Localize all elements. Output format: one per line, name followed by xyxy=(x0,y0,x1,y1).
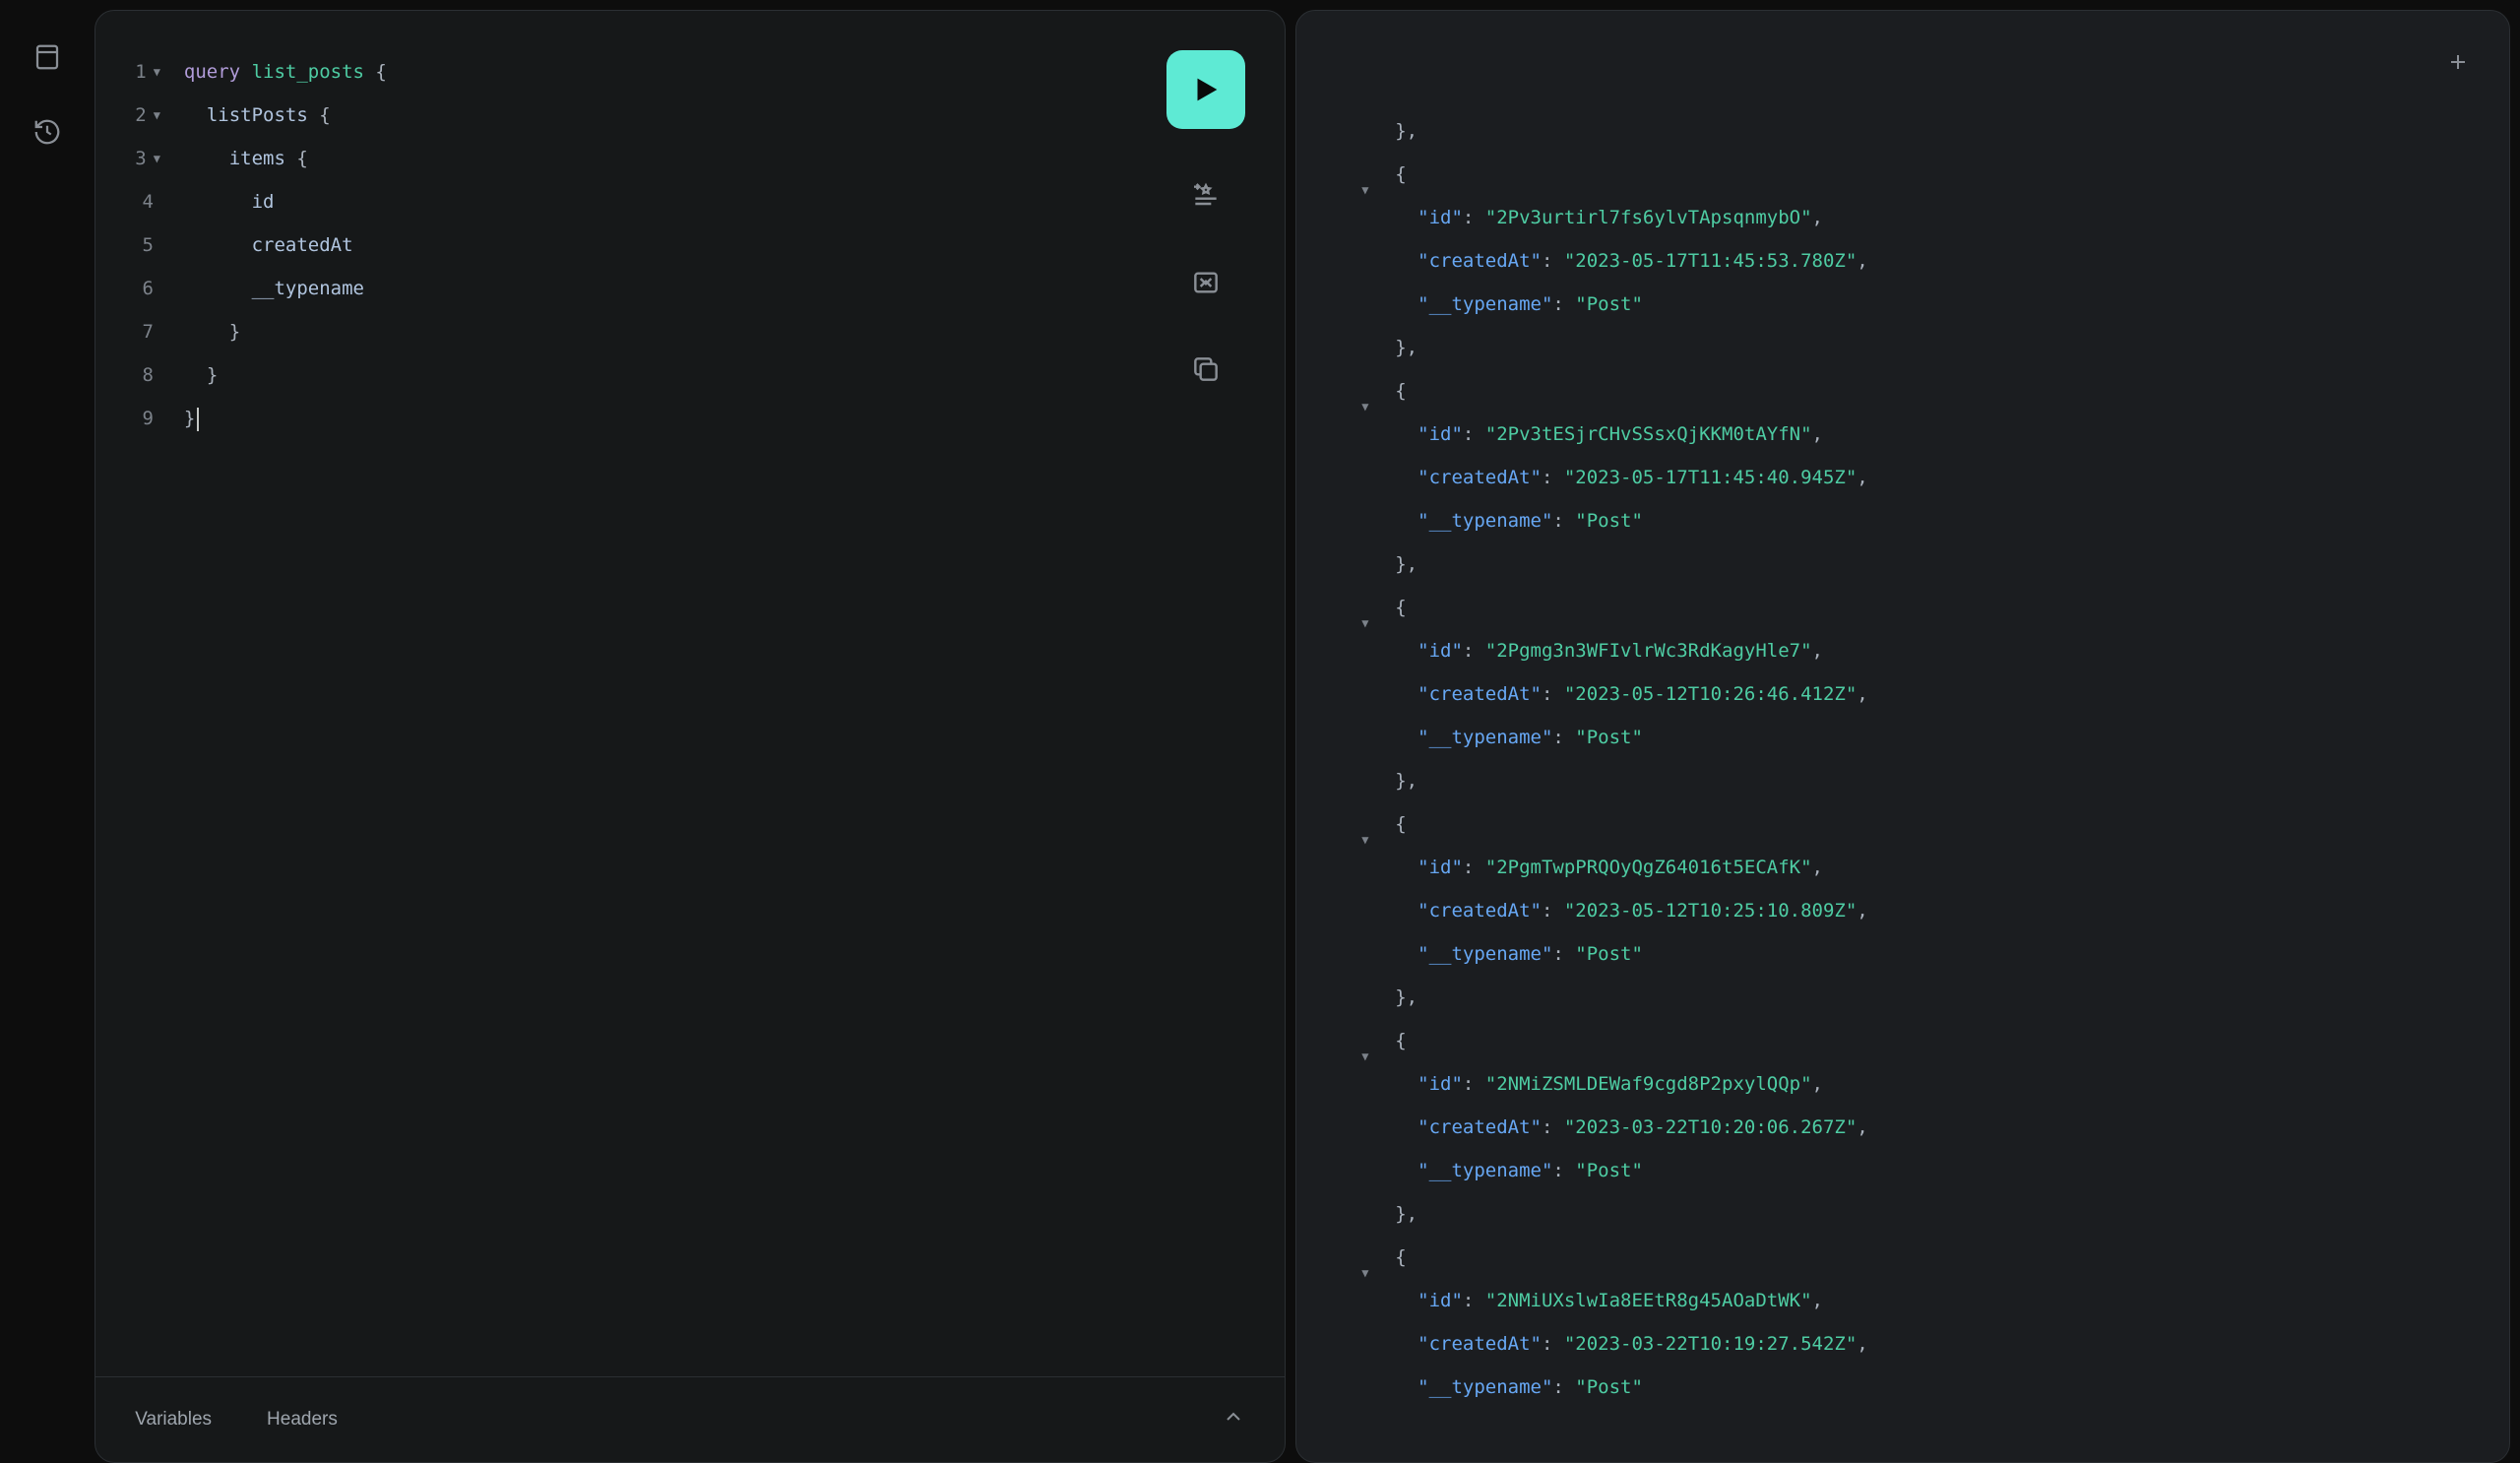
tab-variables[interactable]: Variables xyxy=(135,1409,212,1431)
fold-arrow-icon[interactable]: ▼ xyxy=(1361,385,1368,428)
code-line[interactable]: query list_posts { xyxy=(184,50,1245,94)
result-line: }, xyxy=(1395,1192,2509,1236)
result-line: }, xyxy=(1395,976,2509,1019)
result-line: "id": "2Pv3urtirl7fs6ylvTApsqnmybO", xyxy=(1395,196,2509,239)
gutter-line: 6 xyxy=(135,267,160,310)
docs-icon[interactable] xyxy=(30,39,65,75)
add-tab-icon[interactable] xyxy=(2446,50,2470,79)
tab-headers[interactable]: Headers xyxy=(267,1409,338,1431)
result-line: "__typename": "Post" xyxy=(1395,716,2509,759)
result-line: }, xyxy=(1395,759,2509,802)
gutter-line: 4 xyxy=(135,180,160,223)
graphql-explorer: 1▼2▼3▼456789 query list_posts { listPost… xyxy=(94,0,2520,1463)
result-line: ▼{ xyxy=(1395,153,2509,196)
run-button[interactable] xyxy=(1166,50,1245,129)
fold-arrow-icon[interactable]: ▼ xyxy=(1361,168,1368,212)
query-pane: 1▼2▼3▼456789 query list_posts { listPost… xyxy=(94,10,1286,1463)
result-line: "id": "2Pv3tESjrCHvSSsxQjKKM0tAYfN", xyxy=(1395,413,2509,456)
fold-arrow-icon[interactable]: ▼ xyxy=(1361,1035,1368,1078)
code-line[interactable]: } xyxy=(184,397,1245,440)
result-line: "__typename": "Post" xyxy=(1395,499,2509,542)
code-line[interactable]: id xyxy=(184,180,1245,223)
result-line: "__typename": "Post" xyxy=(1395,1149,2509,1192)
fold-arrow-icon[interactable]: ▼ xyxy=(1361,1251,1368,1295)
results-json[interactable]: },▼{ "id": "2Pv3urtirl7fs6ylvTApsqnmybO"… xyxy=(1296,11,2509,1409)
result-line: "id": "2Pgmg3n3WFIvlrWc3RdKagyHle7", xyxy=(1395,629,2509,672)
gutter-line: 8 xyxy=(135,353,160,397)
chevron-up-icon[interactable] xyxy=(1222,1405,1245,1434)
query-editor[interactable]: 1▼2▼3▼456789 query list_posts { listPost… xyxy=(95,11,1285,1376)
code-line[interactable]: listPosts { xyxy=(184,94,1245,137)
gutter-line: 5 xyxy=(135,223,160,267)
editor-actions xyxy=(1166,50,1245,389)
result-line: "id": "2NMiUXslwIa8EEtR8g45AOaDtWK", xyxy=(1395,1279,2509,1322)
code-line[interactable]: } xyxy=(184,310,1245,353)
result-line: ▼{ xyxy=(1395,369,2509,413)
fold-arrow-icon[interactable]: ▼ xyxy=(154,50,160,94)
code-line[interactable]: items { xyxy=(184,137,1245,180)
line-gutter: 1▼2▼3▼456789 xyxy=(135,50,164,1376)
gutter-line: 7 xyxy=(135,310,160,353)
copy-icon[interactable] xyxy=(1186,350,1226,389)
result-line: }, xyxy=(1395,109,2509,153)
result-line: "createdAt": "2023-03-22T10:20:06.267Z", xyxy=(1395,1106,2509,1149)
result-line: "id": "2PgmTwpPRQOyQgZ64016t5ECAfK", xyxy=(1395,846,2509,889)
result-line: ▼{ xyxy=(1395,1019,2509,1062)
result-line: ▼{ xyxy=(1395,586,2509,629)
result-line: }, xyxy=(1395,542,2509,586)
gutter-line: 9 xyxy=(135,397,160,440)
result-line: "__typename": "Post" xyxy=(1395,932,2509,976)
code-line[interactable]: } xyxy=(184,353,1245,397)
result-line: "createdAt": "2023-05-17T11:45:53.780Z", xyxy=(1395,239,2509,283)
left-rail xyxy=(0,0,94,1463)
code-line[interactable]: createdAt xyxy=(184,223,1245,267)
result-line: "createdAt": "2023-05-17T11:45:40.945Z", xyxy=(1395,456,2509,499)
fold-arrow-icon[interactable]: ▼ xyxy=(1361,818,1368,861)
gutter-line: 2▼ xyxy=(135,94,160,137)
fold-arrow-icon[interactable]: ▼ xyxy=(1361,602,1368,645)
result-line: ▼{ xyxy=(1395,1236,2509,1279)
secondary-tabs: Variables Headers xyxy=(95,1376,1285,1462)
results-pane: },▼{ "id": "2Pv3urtirl7fs6ylvTApsqnmybO"… xyxy=(1295,10,2510,1463)
history-icon[interactable] xyxy=(30,114,65,150)
result-line: "__typename": "Post" xyxy=(1395,283,2509,326)
code-body[interactable]: query list_posts { listPosts { items { i… xyxy=(164,50,1245,1376)
prettify-icon[interactable] xyxy=(1186,176,1226,216)
result-line: "id": "2NMiZSMLDEWaf9cgd8P2pxylQQp", xyxy=(1395,1062,2509,1106)
code-line[interactable]: __typename xyxy=(184,267,1245,310)
result-line: "createdAt": "2023-03-22T10:19:27.542Z", xyxy=(1395,1322,2509,1366)
merge-icon[interactable] xyxy=(1186,263,1226,302)
gutter-line: 1▼ xyxy=(135,50,160,94)
result-line: "__typename": "Post" xyxy=(1395,1366,2509,1409)
result-line: "createdAt": "2023-05-12T10:25:10.809Z", xyxy=(1395,889,2509,932)
fold-arrow-icon[interactable]: ▼ xyxy=(154,94,160,137)
result-line: }, xyxy=(1395,326,2509,369)
result-line: "createdAt": "2023-05-12T10:26:46.412Z", xyxy=(1395,672,2509,716)
result-line: ▼{ xyxy=(1395,802,2509,846)
fold-arrow-icon[interactable]: ▼ xyxy=(154,137,160,180)
gutter-line: 3▼ xyxy=(135,137,160,180)
